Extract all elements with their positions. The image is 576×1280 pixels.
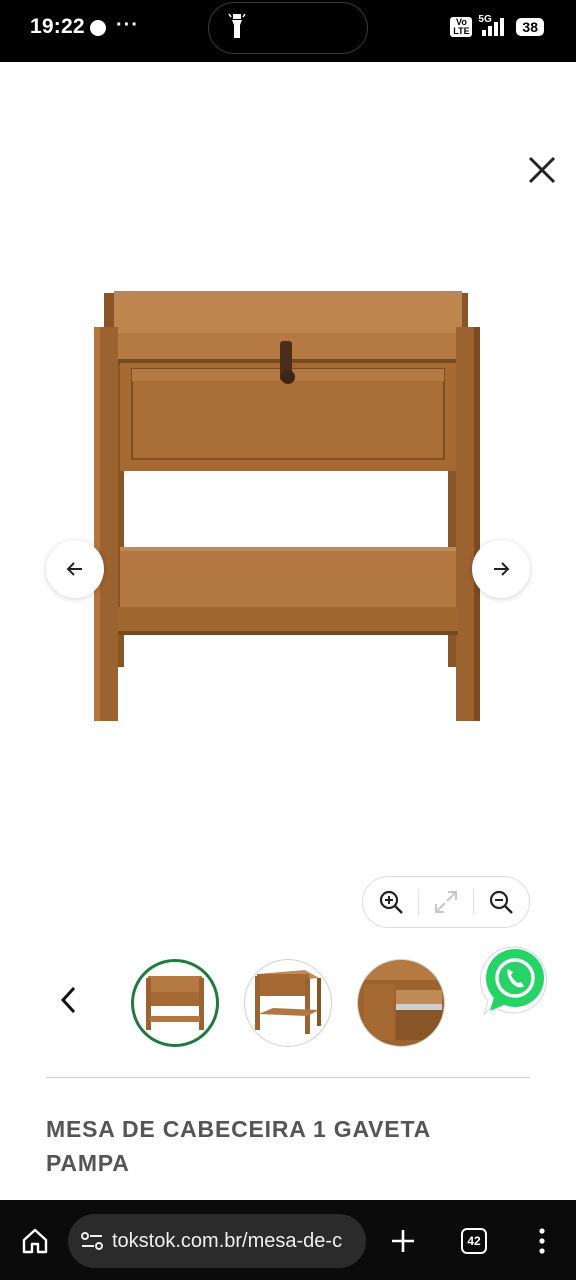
zoom-divider — [473, 889, 474, 915]
url-text: tokstok.com.br/mesa-de-c — [112, 1229, 343, 1252]
thumbnail-image — [146, 976, 204, 1030]
thumbnail-image — [255, 970, 321, 1034]
more-notifications-icon: ··· — [116, 14, 139, 36]
home-icon[interactable] — [20, 1226, 50, 1256]
product-title: MESA DE CABECEIRA 1 GAVETA PAMPA — [46, 1116, 431, 1176]
site-settings-icon[interactable] — [80, 1229, 104, 1253]
zoom-controls — [362, 876, 530, 928]
battery-icon: 38 — [516, 18, 544, 36]
more-menu-icon[interactable] — [532, 1226, 552, 1256]
notification-dot-icon — [90, 20, 106, 36]
thumbnails-previous-icon[interactable] — [58, 985, 80, 1015]
flashlight-icon — [228, 13, 246, 38]
address-bar[interactable]: tokstok.com.br/mesa-de-c — [68, 1214, 366, 1268]
zoom-divider — [418, 889, 419, 915]
status-icons: Vo LTE 5G 38 — [450, 14, 544, 38]
divider — [46, 1077, 530, 1078]
close-icon[interactable] — [524, 152, 560, 188]
next-image-button[interactable] — [472, 540, 530, 598]
arrow-right-icon — [494, 562, 510, 576]
thumbnail-drawer-detail[interactable] — [357, 959, 445, 1047]
fullscreen-icon[interactable] — [433, 889, 459, 915]
whatsapp-button[interactable] — [476, 941, 554, 1019]
volte-icon: Vo LTE — [450, 17, 473, 37]
zoom-in-icon[interactable] — [378, 889, 404, 915]
previous-image-button[interactable] — [46, 540, 104, 598]
product-image — [94, 291, 480, 721]
status-time: 19:22 — [30, 15, 85, 38]
thumbnail-front-view[interactable] — [131, 959, 219, 1047]
arrow-left-icon — [66, 562, 82, 576]
tab-switcher-button[interactable]: 42 — [461, 1228, 487, 1254]
new-tab-icon[interactable] — [390, 1228, 416, 1254]
zoom-out-icon[interactable] — [488, 889, 514, 915]
signal-icon: 5G — [478, 14, 510, 38]
status-bar: 19:22 ··· Vo LTE 5G 38 — [0, 0, 576, 62]
thumbnail-angle-view[interactable] — [244, 959, 332, 1047]
thumbnail-image — [358, 960, 444, 1046]
